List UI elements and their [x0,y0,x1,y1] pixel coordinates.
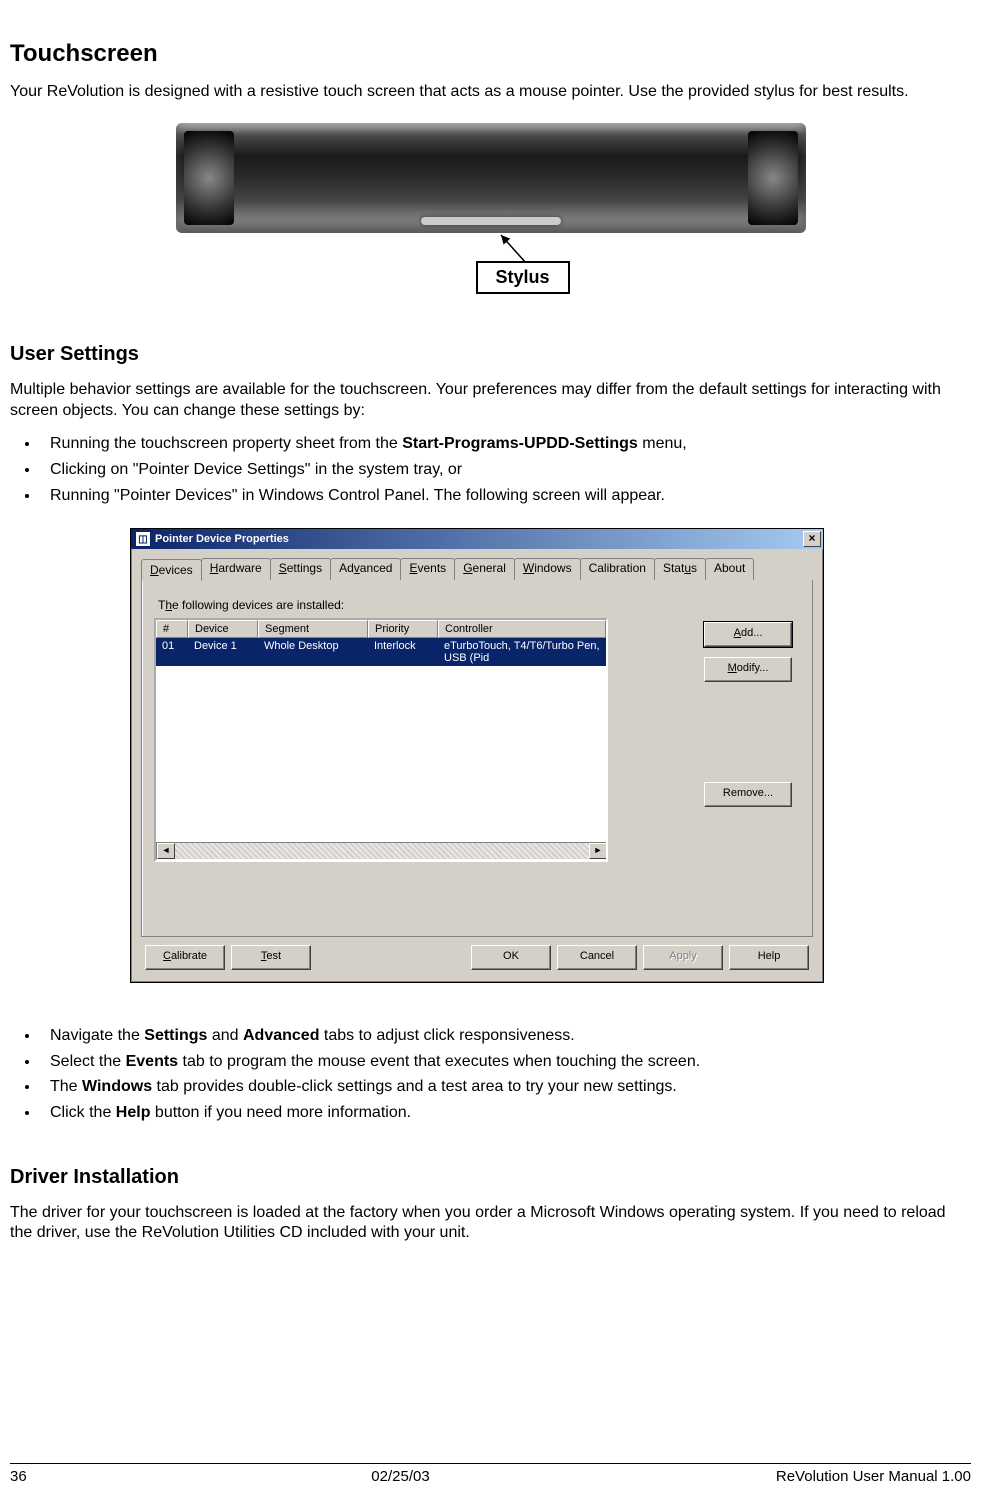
tab-events[interactable]: Events [400,558,455,580]
tab-calibration[interactable]: Calibration [580,558,655,580]
tab-settings[interactable]: Settings [270,558,331,580]
dialog-button-bar: Calibrate Test OK Cancel Apply Help [141,937,813,972]
scrollbar-track[interactable] [175,843,589,859]
list-item: Navigate the Settings and Advanced tabs … [40,1023,971,1049]
horizontal-scrollbar[interactable]: ◄ ► [156,842,608,860]
tab-devices[interactable]: Devices [141,559,202,581]
installed-devices-label: The following devices are installed: [158,598,800,612]
footer-doc-title: ReVolution User Manual 1.00 [711,1468,971,1485]
tab-strip: Devices Hardware Settings Advanced Event… [141,558,813,581]
col-device[interactable]: Device [188,620,258,638]
list-item: Running the touchscreen property sheet f… [40,431,971,457]
devices-listbox[interactable]: # Device Segment Priority Controller 01 … [154,618,608,862]
device-photo [176,123,806,233]
tab-hardware[interactable]: Hardware [201,558,271,580]
figure-device-front: Stylus [176,123,806,233]
table-row[interactable]: 01 Device 1 Whole Desktop Interlock eTur… [156,638,606,666]
page-footer: 36 02/25/03 ReVolution User Manual 1.00 [10,1463,971,1485]
tab-pane-devices: The following devices are installed: # D… [141,580,813,937]
list-item: Running "Pointer Devices" in Windows Con… [40,483,971,509]
heading-user-settings: User Settings [10,343,971,366]
footer-date: 02/25/03 [90,1468,711,1485]
close-icon[interactable]: × [803,531,821,547]
list-item: Click the Help button if you need more i… [40,1100,971,1126]
tab-advanced[interactable]: Advanced [330,558,401,580]
list-item: Select the Events tab to program the mou… [40,1049,971,1075]
apply-button: Apply [643,945,723,970]
stylus-slot [421,217,561,225]
heading-touchscreen: Touchscreen [10,40,971,68]
list-header: # Device Segment Priority Controller [156,620,606,638]
modify-button[interactable]: Modify... [704,657,792,682]
stylus-callout-label: Stylus [476,261,570,294]
bullets-access-methods: Running the touchscreen property sheet f… [10,431,971,508]
col-controller[interactable]: Controller [438,620,606,638]
tab-status[interactable]: Status [654,558,706,580]
scroll-right-icon[interactable]: ► [589,843,607,859]
para-driver-installation: The driver for your touchscreen is loade… [10,1203,971,1245]
help-button[interactable]: Help [729,945,809,970]
heading-driver-installation: Driver Installation [10,1166,971,1189]
col-num[interactable]: # [156,620,188,638]
test-button[interactable]: Test [231,945,311,970]
dialog-title: Pointer Device Properties [155,533,803,545]
list-item: Clicking on "Pointer Device Settings" in… [40,457,971,483]
tab-windows[interactable]: Windows [514,558,581,580]
ok-button[interactable]: OK [471,945,551,970]
pointer-device-properties-dialog: ◫ Pointer Device Properties × Devices Ha… [130,528,824,983]
list-item: The Windows tab provides double-click se… [40,1074,971,1100]
scroll-left-icon[interactable]: ◄ [157,843,175,859]
add-button[interactable]: Add... [704,622,792,647]
calibrate-button[interactable]: Calibrate [145,945,225,970]
footer-page-number: 36 [10,1468,90,1485]
cancel-button[interactable]: Cancel [557,945,637,970]
para-user-settings-intro: Multiple behavior settings are available… [10,380,971,422]
col-segment[interactable]: Segment [258,620,368,638]
dialog-titlebar[interactable]: ◫ Pointer Device Properties × [131,529,823,549]
remove-button[interactable]: Remove... [704,782,792,807]
para-touchscreen-intro: Your ReVolution is designed with a resis… [10,82,971,103]
bullets-tab-guidance: Navigate the Settings and Advanced tabs … [10,1023,971,1125]
tab-general[interactable]: General [454,558,515,580]
col-priority[interactable]: Priority [368,620,438,638]
tab-about[interactable]: About [705,558,754,580]
app-icon: ◫ [135,531,151,547]
